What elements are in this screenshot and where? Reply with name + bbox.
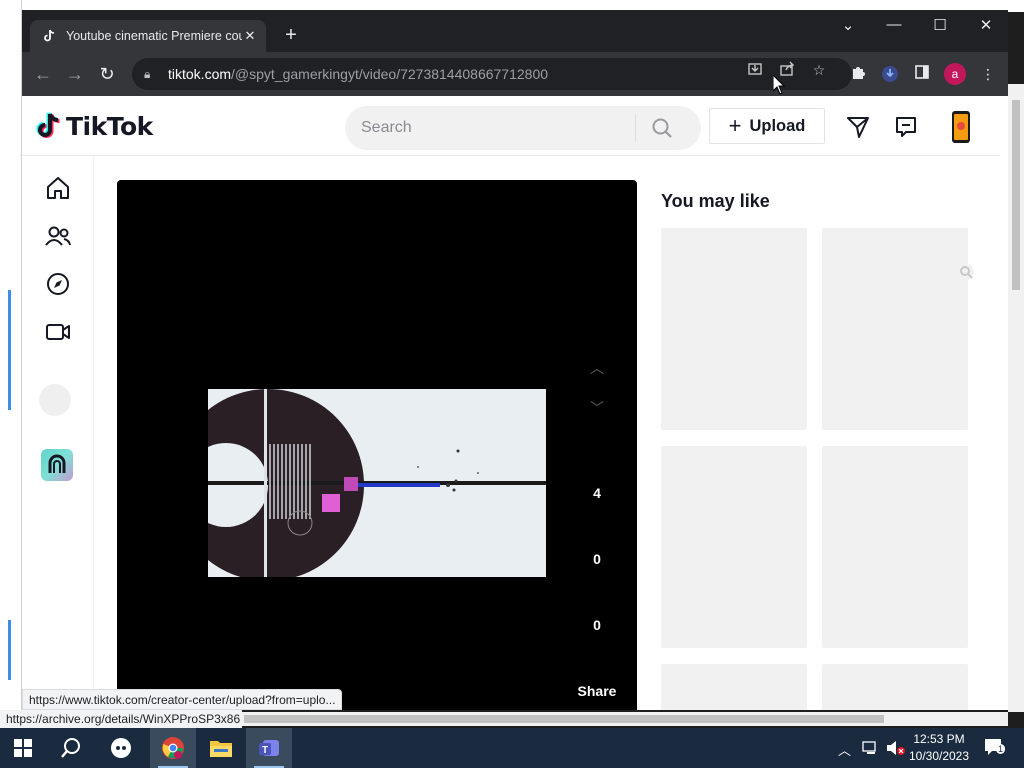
- like-count[interactable]: 4: [562, 485, 632, 501]
- extensions-puzzle-icon[interactable]: [848, 64, 868, 84]
- volume-muted-icon[interactable]: [886, 740, 906, 759]
- mouse-cursor-icon: [772, 73, 786, 95]
- upload-button[interactable]: + Upload: [709, 108, 825, 144]
- tiktok-wordmark: TikTok: [66, 111, 153, 141]
- loading-spinner-icon: [956, 262, 976, 282]
- tiktok-logo-icon: [36, 111, 62, 141]
- new-tab-button[interactable]: +: [280, 24, 302, 46]
- inbox-icon[interactable]: [893, 114, 919, 140]
- get-app-icon[interactable]: [41, 449, 73, 481]
- browser-tab-active[interactable]: Youtube cinematic Premiere cou ✕: [30, 20, 266, 52]
- notification-count: 1: [996, 744, 1006, 754]
- video-player[interactable]: ︿ ﹀ 4 0 0 Share: [117, 180, 637, 710]
- start-windows-icon[interactable]: [0, 728, 46, 768]
- profile-avatar[interactable]: [948, 110, 974, 144]
- browser-window: Youtube cinematic Premiere cou ✕ + ⌄ — ☐…: [22, 10, 1008, 710]
- search-icon[interactable]: [636, 117, 688, 139]
- tab-search-chevron-icon[interactable]: ⌄: [833, 16, 863, 34]
- explore-compass-icon[interactable]: [44, 270, 72, 298]
- network-icon[interactable]: [862, 740, 880, 759]
- bookmark-star-icon[interactable]: ☆: [810, 61, 828, 79]
- recommended-video-card[interactable]: [822, 446, 968, 648]
- tiktok-header: TikTok + Upload: [22, 96, 1000, 156]
- system-clock[interactable]: 12:53 PM 10/30/2023: [906, 731, 972, 765]
- lock-icon: 🔒︎: [144, 66, 151, 81]
- remote-app-icon[interactable]: [98, 728, 144, 768]
- outer-status-url: https://archive.org/details/WinXPProSP3x…: [0, 710, 242, 728]
- recommended-video-card[interactable]: [822, 228, 968, 430]
- tiktok-page: TikTok + Upload: [22, 96, 1008, 710]
- recommended-video-card[interactable]: [661, 664, 807, 710]
- save-count[interactable]: 0: [562, 617, 632, 633]
- reload-icon[interactable]: ↻: [96, 63, 118, 85]
- link-hover-status: https://www.tiktok.com/creator-center/up…: [22, 689, 343, 710]
- tiktok-logo[interactable]: TikTok: [36, 111, 153, 141]
- next-video-chevron-down-icon[interactable]: ﹀: [587, 398, 607, 418]
- svg-text:T: T: [262, 745, 268, 756]
- close-window-button[interactable]: ✕: [971, 16, 1001, 34]
- clock-time: 12:53 PM: [913, 732, 965, 746]
- install-app-icon[interactable]: [746, 61, 764, 79]
- search-bar: [345, 106, 701, 150]
- tab-close-icon[interactable]: ✕: [242, 28, 258, 44]
- profile-avatar[interactable]: [39, 384, 71, 416]
- url-path: /@spyt_gamerkingyt/video/727381440866771…: [231, 66, 549, 82]
- comment-count[interactable]: 0: [562, 551, 632, 567]
- tab-strip: Youtube cinematic Premiere cou ✕ + ⌄ — ☐…: [22, 10, 1008, 52]
- previous-video-chevron-up-icon[interactable]: ︿: [587, 358, 607, 378]
- address-bar[interactable]: 🔒︎ tiktok.com/@spyt_gamerkingyt/video/72…: [132, 58, 852, 90]
- you-may-like-heading: You may like: [661, 191, 770, 211]
- tiktok-favicon-icon: [42, 29, 56, 43]
- messages-send-icon[interactable]: [845, 114, 871, 140]
- recommended-video-card[interactable]: [661, 228, 807, 430]
- following-icon[interactable]: [44, 222, 72, 250]
- side-panel-icon[interactable]: [912, 64, 932, 84]
- recommended-video-card[interactable]: [822, 664, 968, 710]
- share-label[interactable]: Share: [562, 683, 632, 699]
- desktop-left-strip: [0, 0, 22, 712]
- chrome-menu-icon[interactable]: ⋮: [978, 64, 998, 84]
- teams-icon[interactable]: T: [246, 728, 292, 768]
- recommended-video-card[interactable]: [661, 446, 807, 648]
- notification-center-icon[interactable]: 1: [984, 738, 1006, 756]
- back-arrow-icon[interactable]: ←: [32, 63, 54, 85]
- vertical-scrollbar[interactable]: [1008, 84, 1024, 712]
- download-extension-icon[interactable]: [880, 64, 900, 84]
- chrome-taskbar-icon[interactable]: [150, 728, 196, 768]
- horizontal-scrollbar[interactable]: [242, 712, 1008, 726]
- video-frame: [208, 389, 546, 577]
- windows-taskbar: T ︿ 12:53 PM 10/30/2023 1: [0, 728, 1024, 768]
- left-nav: [22, 157, 94, 710]
- plus-icon: +: [728, 113, 742, 138]
- minimize-button[interactable]: —: [879, 16, 909, 33]
- tray-chevron-up-icon[interactable]: ︿: [838, 740, 851, 759]
- home-icon[interactable]: [44, 174, 72, 202]
- live-camera-icon[interactable]: [44, 318, 72, 346]
- file-explorer-icon[interactable]: [198, 728, 244, 768]
- forward-arrow-icon[interactable]: →: [64, 63, 86, 85]
- tab-title: Youtube cinematic Premiere cou: [66, 29, 242, 43]
- search-icon[interactable]: [48, 728, 94, 768]
- upload-label: Upload: [749, 116, 806, 135]
- url-host: tiktok.com: [168, 66, 232, 82]
- profile-avatar[interactable]: a: [944, 63, 966, 85]
- maximize-button[interactable]: ☐: [925, 16, 955, 34]
- browser-toolbar: ← → ↻ 🔒︎ tiktok.com/@spyt_gamerkingyt/vi…: [22, 52, 1008, 96]
- search-input[interactable]: [345, 119, 635, 137]
- clock-date: 10/30/2023: [908, 749, 970, 763]
